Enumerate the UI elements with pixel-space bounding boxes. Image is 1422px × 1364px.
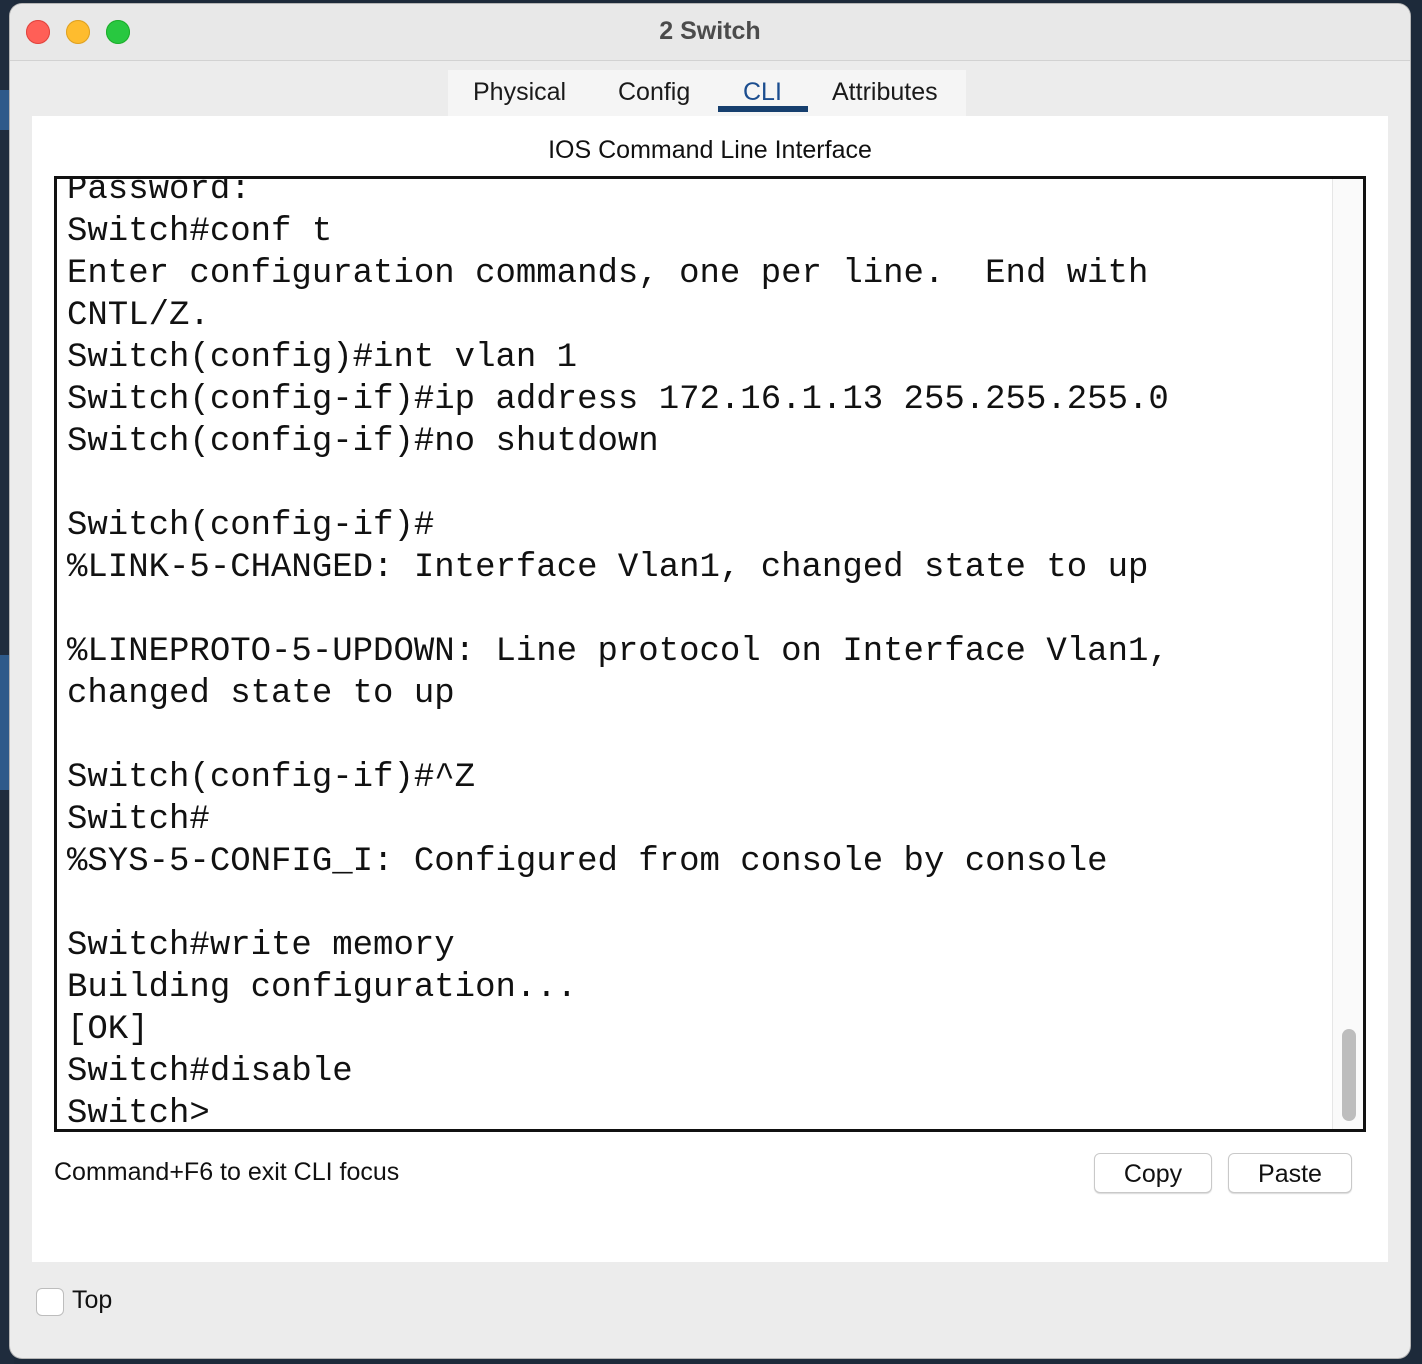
scrollbar-thumb[interactable] [1342, 1029, 1356, 1121]
panel-heading: IOS Command Line Interface [548, 136, 872, 164]
paste-button[interactable]: Paste [1228, 1153, 1352, 1193]
terminal-scrollbar[interactable] [1332, 179, 1363, 1129]
tab-attributes[interactable]: Attributes [832, 78, 938, 107]
switch-window: 2 Switch Physical Config CLI Attributes … [10, 4, 1410, 1358]
cli-focus-hint: Command+F6 to exit CLI focus [54, 1158, 400, 1186]
tab-cli[interactable]: CLI [743, 78, 782, 107]
tab-physical[interactable]: Physical [473, 78, 566, 107]
title-bar[interactable]: 2 Switch [10, 4, 1410, 61]
cli-panel: IOS Command Line Interface Password: Swi… [32, 116, 1388, 1262]
top-checkbox[interactable] [36, 1288, 64, 1316]
terminal-output[interactable]: Password: Switch#conf t Enter configurat… [67, 179, 1169, 1129]
window-title: 2 Switch [659, 17, 761, 45]
top-checkbox-label[interactable]: Top [72, 1286, 112, 1315]
tab-bar: Physical Config CLI Attributes [448, 70, 966, 120]
cli-terminal[interactable]: Password: Switch#conf t Enter configurat… [54, 176, 1366, 1132]
active-tab-indicator [718, 106, 808, 112]
copy-button[interactable]: Copy [1094, 1153, 1212, 1193]
tab-config[interactable]: Config [618, 78, 690, 107]
